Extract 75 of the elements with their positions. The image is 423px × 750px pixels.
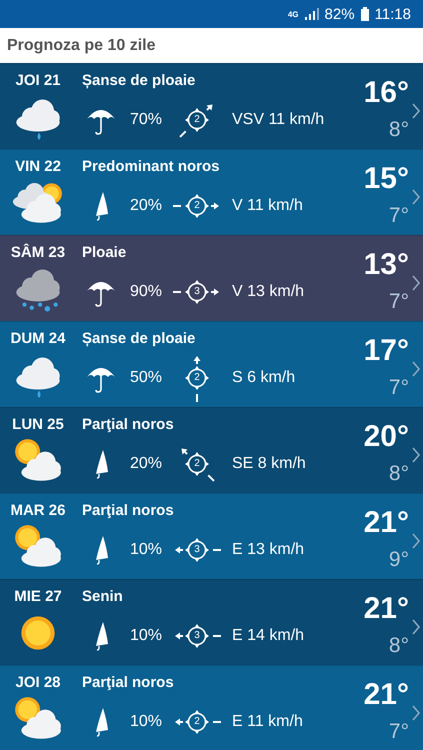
low-temperature: 8° xyxy=(388,118,409,142)
day-label: VIN 22 xyxy=(15,158,61,175)
high-temperature: 21° xyxy=(364,678,409,712)
day-label: MIE 27 xyxy=(14,588,62,605)
wind-label: VSV 11 km/h xyxy=(232,111,324,129)
rain-chance: 10% xyxy=(130,541,164,559)
wind-force: 2 xyxy=(193,715,201,729)
rain-chance: 20% xyxy=(130,197,164,215)
wind-force: 3 xyxy=(193,629,201,643)
rain-chance: 70% xyxy=(130,111,164,129)
chevron-icon xyxy=(412,102,420,118)
wind-force: 2 xyxy=(193,371,201,385)
day-label: JOI 21 xyxy=(15,72,61,89)
page-title: Prognoza pe 10 zile xyxy=(7,36,156,54)
condition-label: Predominant noros xyxy=(82,158,221,175)
forecast-row[interactable]: DUM 24 Șanse de ploaie 50% 2 S 6 km/h 17° 7° xyxy=(0,321,423,407)
low-temperature: 8° xyxy=(388,462,409,486)
wind-label: V 13 km/h xyxy=(232,283,304,301)
wind-force: 2 xyxy=(193,457,201,471)
wind-label: V 11 km/h xyxy=(232,197,303,215)
high-temperature: 21° xyxy=(364,592,409,626)
rain-chance: 10% xyxy=(130,713,164,731)
high-temperature: 16° xyxy=(364,76,409,110)
rain-chance: 90% xyxy=(130,283,164,301)
wind-label: S 6 km/h xyxy=(232,369,296,387)
day-label: DUM 24 xyxy=(10,330,66,347)
day-label: JOI 28 xyxy=(15,674,61,691)
chevron-icon xyxy=(412,188,420,204)
high-temperature: 15° xyxy=(364,162,409,196)
low-temperature: 7° xyxy=(388,204,409,228)
chevron-icon xyxy=(412,274,420,290)
rain-chance: 50% xyxy=(130,369,164,387)
high-temperature: 13° xyxy=(364,248,409,282)
chevron-icon xyxy=(412,446,420,462)
network-label: 4G xyxy=(288,10,299,18)
forecast-row[interactable]: MAR 26 Parţial noros 10% 3 E 13 km/h 21° 9° xyxy=(0,493,423,579)
chevron-icon xyxy=(412,360,420,376)
wind-force: 3 xyxy=(193,285,201,299)
condition-label: Parţial noros xyxy=(82,502,175,519)
wind-label: SE 8 km/h xyxy=(232,455,306,473)
condition-label: Parţial noros xyxy=(82,674,175,691)
forecast-row[interactable]: VIN 22 Predominant noros 20% 2 V 11 km/h 15° 7° xyxy=(0,149,423,235)
forecast-row[interactable]: SÂM 23 Ploaie 90% 3 V 13 km/h 13° 7° xyxy=(0,235,423,321)
clock: 11:18 xyxy=(374,6,411,22)
battery-percent: 82% xyxy=(324,6,355,22)
chevron-icon xyxy=(412,618,420,634)
wind-force: 3 xyxy=(193,543,201,557)
low-temperature: 9° xyxy=(388,548,409,572)
day-label: SÂM 23 xyxy=(10,244,66,261)
rain-chance: 20% xyxy=(130,455,164,473)
low-temperature: 8° xyxy=(388,634,409,658)
low-temperature: 7° xyxy=(388,376,409,400)
day-label: MAR 26 xyxy=(10,502,66,519)
forecast-row[interactable]: JOI 28 Parţial noros 10% 2 E 11 km/h 21° 7° xyxy=(0,665,423,750)
day-label: LUN 25 xyxy=(12,416,64,433)
rain-chance: 10% xyxy=(130,627,164,645)
high-temperature: 17° xyxy=(364,334,409,368)
chevron-icon xyxy=(412,704,420,720)
signal-icon xyxy=(304,8,319,20)
condition-label: Parţial noros xyxy=(82,416,175,433)
wind-label: E 11 km/h xyxy=(232,713,303,731)
low-temperature: 7° xyxy=(388,290,409,314)
condition-label: Ploaie xyxy=(82,244,128,261)
condition-label: Șanse de ploaie xyxy=(82,330,196,347)
wind-force: 2 xyxy=(193,199,201,213)
condition-label: Senin xyxy=(82,588,124,605)
wind-force: 2 xyxy=(193,113,201,127)
low-temperature: 7° xyxy=(388,720,409,744)
high-temperature: 20° xyxy=(364,420,409,454)
battery-icon xyxy=(360,7,369,21)
chevron-icon xyxy=(412,532,420,548)
condition-label: Șanse de ploaie xyxy=(82,72,196,89)
wind-label: E 13 km/h xyxy=(232,541,304,559)
wind-label: E 14 km/h xyxy=(232,627,304,645)
high-temperature: 21° xyxy=(364,506,409,540)
